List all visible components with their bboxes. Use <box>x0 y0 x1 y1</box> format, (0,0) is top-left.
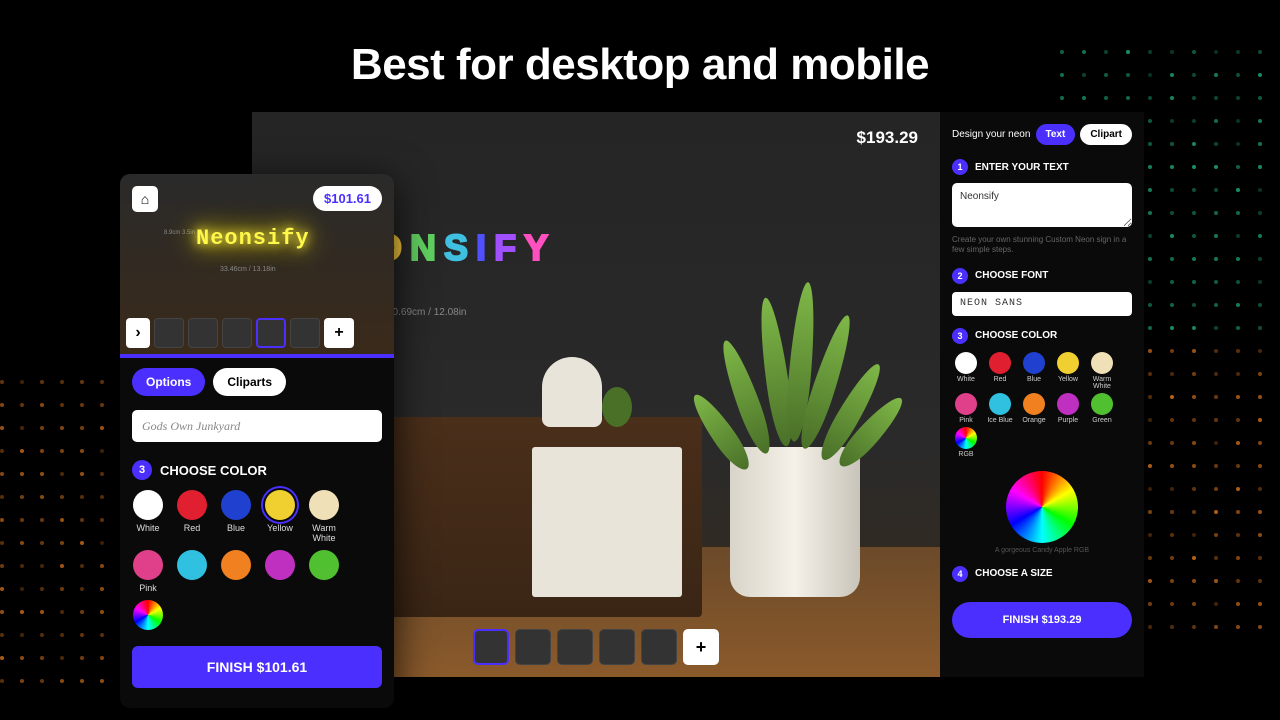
hero-title: Best for desktop and mobile <box>0 40 1280 90</box>
color-wheel[interactable] <box>1006 471 1078 543</box>
color-swatch-blue[interactable]: Blue <box>1020 352 1048 391</box>
color-swatch[interactable] <box>308 550 340 594</box>
color-swatch-warm-white[interactable]: Warm White <box>1088 352 1116 391</box>
scene-thumb[interactable] <box>154 318 184 348</box>
step-label: CHOOSE FONT <box>975 270 1048 281</box>
mobile-dimensions-w: 33.46cm / 13.18in <box>220 266 276 273</box>
scene-thumb[interactable] <box>222 318 252 348</box>
color-swatch[interactable] <box>132 600 164 630</box>
mode-tabs: Text Clipart <box>1036 124 1133 145</box>
scene-thumb[interactable] <box>557 629 593 665</box>
small-plant <box>602 387 632 427</box>
step-choose-font: 2 CHOOSE FONT <box>952 268 1132 284</box>
color-swatch[interactable]: Warm White <box>308 490 340 544</box>
color-swatch[interactable]: Pink <box>132 550 164 594</box>
color-swatch-yellow[interactable]: Yellow <box>1054 352 1082 391</box>
step-enter-text: 1 ENTER YOUR TEXT <box>952 159 1132 175</box>
step-number: 3 <box>132 460 152 480</box>
mobile-scene: ⌂ $101.61 8.9cm 3.5in Neonsify 33.46cm /… <box>120 174 394 354</box>
color-swatch-red[interactable]: Red <box>986 352 1014 391</box>
color-swatch[interactable]: Yellow <box>264 490 296 544</box>
helper-text: Create your own stunning Custom Neon sig… <box>952 235 1132 256</box>
mobile-neon-text: Neonsify <box>196 226 310 251</box>
tab-options[interactable]: Options <box>132 368 205 396</box>
tab-clipart[interactable]: Clipart <box>1080 124 1132 145</box>
color-swatch[interactable]: White <box>132 490 164 544</box>
text-input[interactable]: Neonsify <box>952 183 1132 227</box>
bg-dots-left <box>0 380 120 700</box>
step-label: CHOOSE COLOR <box>975 330 1057 341</box>
color-swatch[interactable] <box>176 550 208 594</box>
color-swatch[interactable] <box>220 550 252 594</box>
add-scene-button[interactable]: + <box>324 318 354 348</box>
scene-thumb[interactable] <box>188 318 218 348</box>
mobile-color-swatches: White Red Blue Yellow Warm White Pink <box>132 490 382 630</box>
color-swatch-pink[interactable]: Pink <box>952 393 980 425</box>
tab-cliparts[interactable]: Cliparts <box>213 368 286 396</box>
color-swatch-ice-blue[interactable]: Ice Blue <box>986 393 1014 425</box>
color-swatch-white[interactable]: White <box>952 352 980 391</box>
wheel-caption: A gorgeous Candy Apple RGB <box>952 547 1132 554</box>
scene-thumb[interactable] <box>290 318 320 348</box>
home-icon: ⌂ <box>141 191 149 207</box>
step-choose-size: 4 CHOOSE A SIZE <box>952 566 1132 582</box>
vase <box>542 357 602 427</box>
scene-thumb[interactable] <box>473 629 509 665</box>
desktop-dimensions: 30.69cm / 12.08in <box>387 307 467 318</box>
color-swatch-rgb[interactable]: RGB <box>952 427 980 459</box>
scene-thumb[interactable] <box>256 318 286 348</box>
step-label: ENTER YOUR TEXT <box>975 162 1069 173</box>
mobile-price: $101.61 <box>313 186 382 211</box>
scene-thumb[interactable] <box>599 629 635 665</box>
step-choose-color: 3 CHOOSE COLOR <box>952 328 1132 344</box>
finish-button[interactable]: FINISH $101.61 <box>132 646 382 688</box>
step-label: CHOOSE A SIZE <box>975 568 1053 579</box>
step-number: 1 <box>952 159 968 175</box>
step-choose-color: 3 CHOOSE COLOR <box>132 460 382 480</box>
scene-thumb[interactable] <box>515 629 551 665</box>
tab-text[interactable]: Text <box>1036 124 1076 145</box>
mobile-tabs: Options Cliparts <box>132 368 382 396</box>
color-swatch[interactable]: Red <box>176 490 208 544</box>
add-scene-button[interactable]: + <box>683 629 719 665</box>
color-swatch-orange[interactable]: Orange <box>1020 393 1048 425</box>
color-swatch-green[interactable]: Green <box>1088 393 1116 425</box>
font-selector[interactable]: NEON SANS <box>952 292 1132 316</box>
home-button[interactable]: ⌂ <box>132 186 158 212</box>
plant <box>690 257 900 597</box>
color-swatch[interactable]: Blue <box>220 490 252 544</box>
desktop-sidebar: Design your neon Text Clipart 1 ENTER YO… <box>940 112 1144 677</box>
mobile-dimensions-h: 8.9cm 3.5in <box>164 230 195 236</box>
step-number: 3 <box>952 328 968 344</box>
thumb-next-button[interactable]: › <box>126 318 150 348</box>
finish-button[interactable]: FINISH $193.29 <box>952 602 1132 638</box>
step-number: 4 <box>952 566 968 582</box>
desktop-price: $193.29 <box>857 128 918 148</box>
cabinet <box>372 417 702 617</box>
mobile-preview-window: ⌂ $101.61 8.9cm 3.5in Neonsify 33.46cm /… <box>120 174 394 708</box>
desktop-thumbnails: + <box>473 629 719 665</box>
color-swatches: WhiteRedBlueYellowWarm White PinkIce Blue… <box>952 352 1132 459</box>
mobile-thumbnails: › + <box>126 318 388 348</box>
step-label: CHOOSE COLOR <box>160 463 267 478</box>
font-input[interactable] <box>132 410 382 442</box>
color-swatch[interactable] <box>264 550 296 594</box>
color-swatch-purple[interactable]: Purple <box>1054 393 1082 425</box>
step-number: 2 <box>952 268 968 284</box>
scene-thumb[interactable] <box>641 629 677 665</box>
sidebar-title: Design your neon <box>952 129 1030 140</box>
